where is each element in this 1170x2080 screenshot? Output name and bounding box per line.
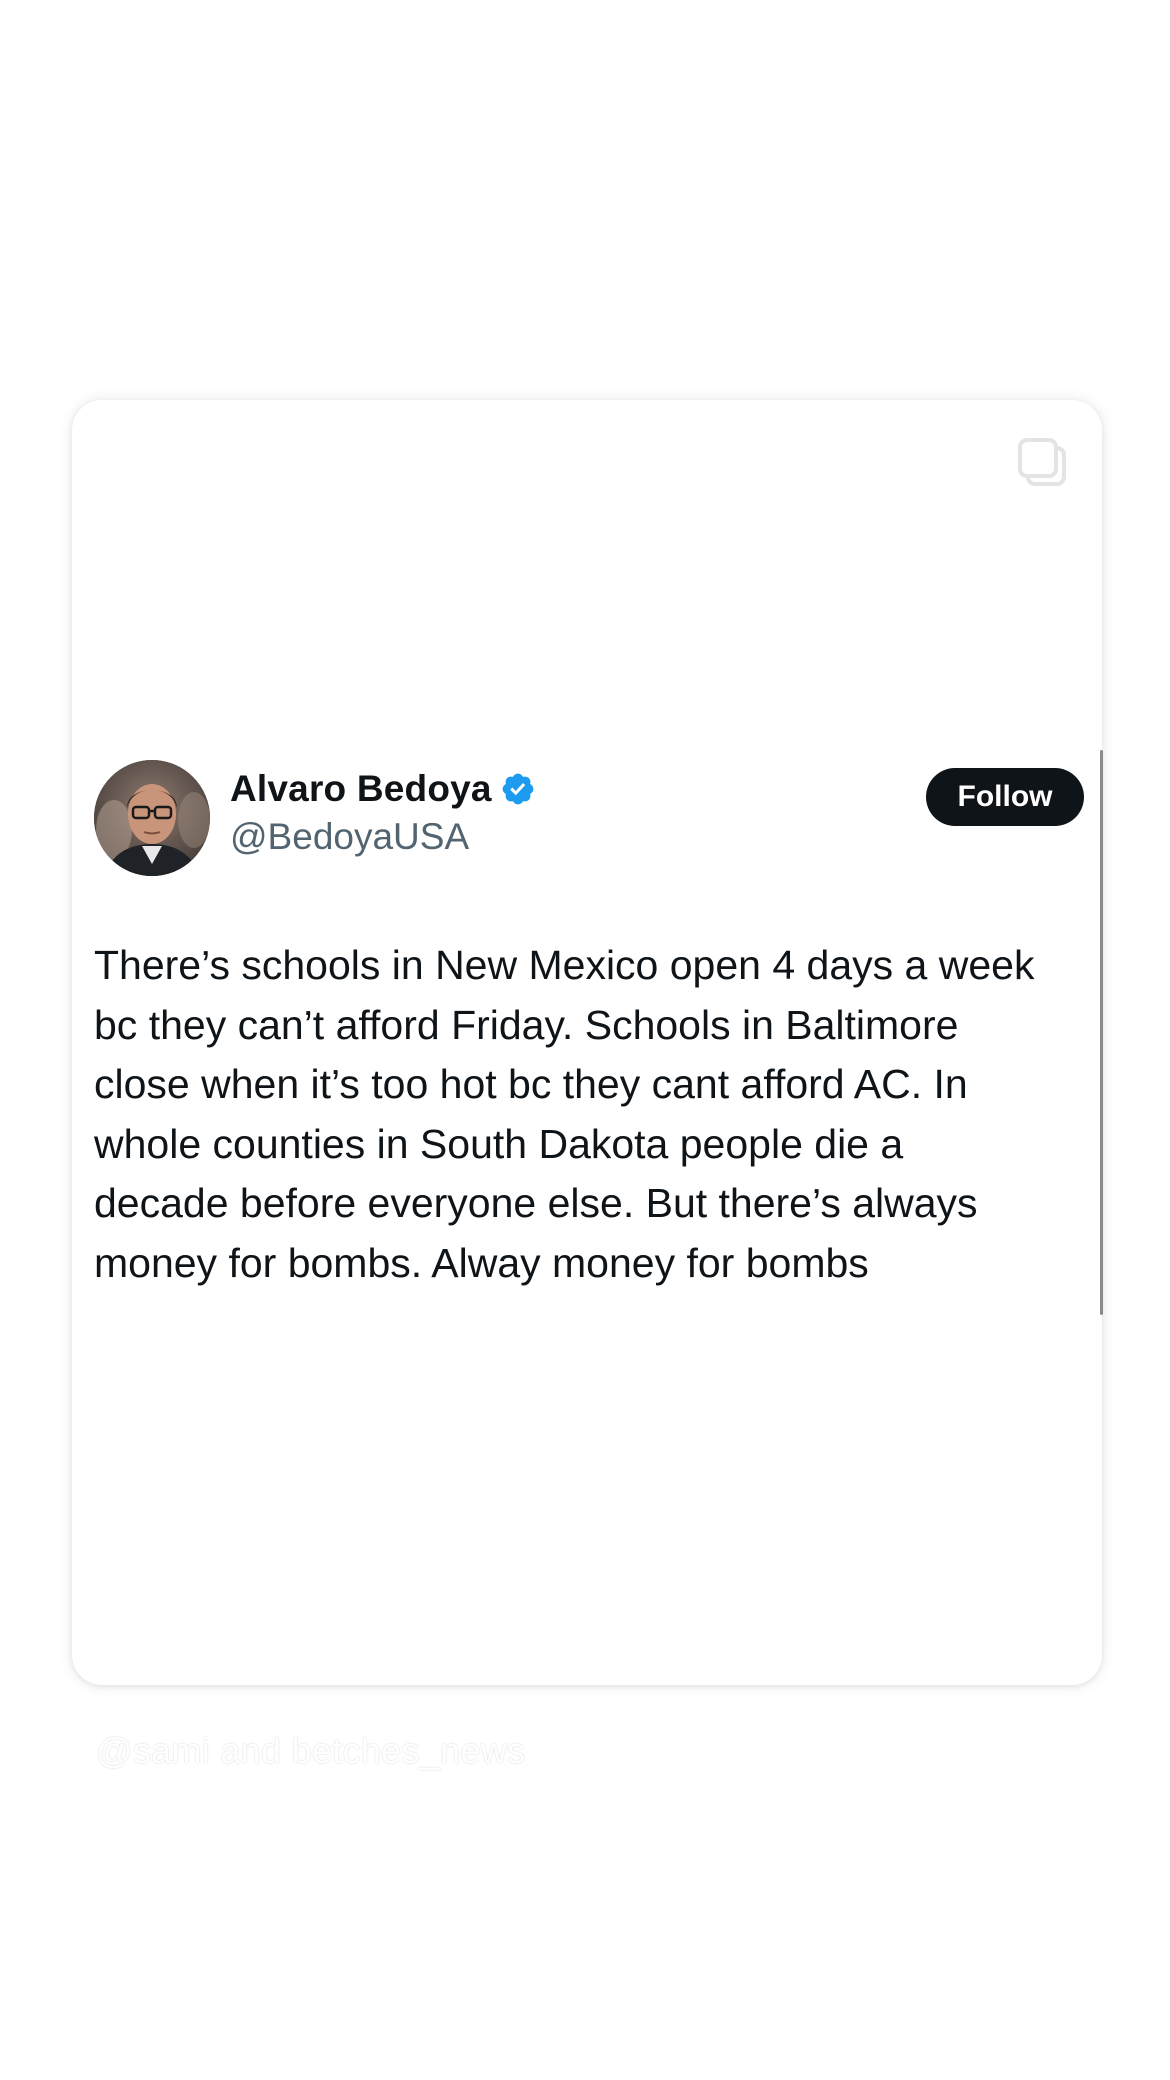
user-handle[interactable]: @BedoyaUSA [230,816,536,858]
avatar-portrait [94,760,210,876]
follow-button[interactable]: Follow [926,768,1084,826]
display-name[interactable]: Alvaro Bedoya [230,768,492,810]
tweet-header: Alvaro Bedoya @BedoyaUSA Follow [94,758,1084,876]
name-row: Alvaro Bedoya [230,768,536,810]
verified-badge-icon [500,771,536,807]
watermark-text: @sami and betches_news [96,1730,526,1771]
copy-icon[interactable] [1016,436,1072,492]
tweet-card[interactable]: Alvaro Bedoya @BedoyaUSA Follow There’s … [72,400,1102,1685]
tweet-text: There’s schools in New Mexico open 4 day… [94,942,1035,1286]
scrollbar[interactable] [1100,750,1103,1315]
avatar[interactable] [94,760,210,876]
name-block: Alvaro Bedoya @BedoyaUSA [230,768,536,858]
story-page: Alvaro Bedoya @BedoyaUSA Follow There’s … [0,0,1170,2080]
copy-icon-front-square [1018,438,1058,478]
